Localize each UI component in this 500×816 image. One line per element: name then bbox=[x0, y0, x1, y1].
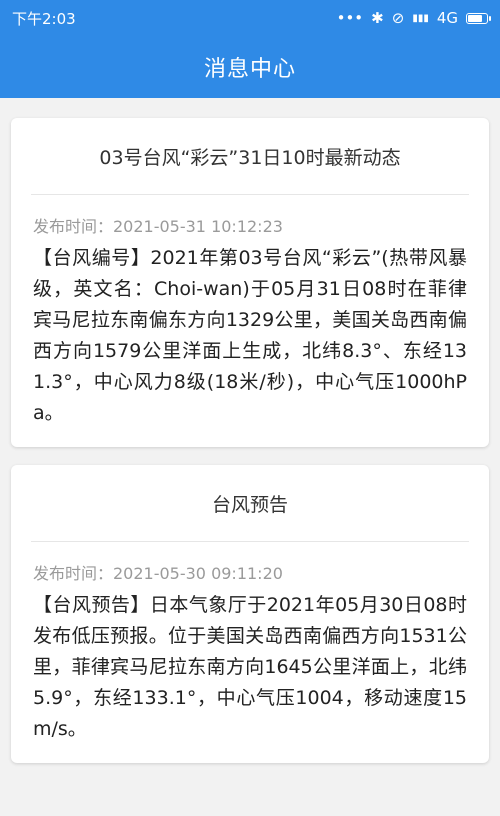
network-type: 4G bbox=[436, 9, 458, 27]
message-time: 发布时间：2021-05-30 09:11:20 bbox=[33, 564, 283, 583]
message-title: 03号台风“彩云”31日10时最新动态 bbox=[99, 146, 401, 169]
status-time: 下午2:03 bbox=[12, 9, 76, 28]
battery-icon bbox=[466, 12, 491, 24]
alarm-icon: ⊘ bbox=[391, 9, 405, 27]
message-time: 发布时间：2021-05-31 10:12:23 bbox=[33, 217, 283, 236]
more-dots-icon: ••• bbox=[336, 9, 364, 27]
message-content: 【台风编号】2021年第03号台风“彩云”(热带风暴级，英文名：Choi-wan… bbox=[33, 247, 467, 424]
message-card[interactable]: 03号台风“彩云”31日10时最新动态 发布时间：2021-05-31 10:1… bbox=[11, 118, 489, 447]
signal-icon: ▮▮▮ bbox=[412, 12, 429, 24]
status-icons: ••• ✱ ⊘ ▮▮▮ 4G bbox=[336, 9, 491, 27]
page-title: 消息中心 bbox=[203, 57, 296, 82]
message-card[interactable]: 台风预告 发布时间：2021-05-30 09:11:20 【台风预告】日本气象… bbox=[11, 465, 489, 763]
status-bar: 下午2:03 ••• ✱ ⊘ ▮▮▮ 4G bbox=[0, 0, 500, 36]
message-body: 发布时间：2021-05-31 10:12:23 【台风编号】2021年第03号… bbox=[11, 195, 489, 447]
message-list: 03号台风“彩云”31日10时最新动态 发布时间：2021-05-31 10:1… bbox=[0, 98, 500, 763]
app-bar: 消息中心 bbox=[0, 36, 500, 98]
message-title: 台风预告 bbox=[211, 493, 288, 516]
message-body: 发布时间：2021-05-30 09:11:20 【台风预告】日本气象厅于202… bbox=[11, 542, 489, 763]
message-content: 【台风预告】日本气象厅于2021年05月30日08时发布低压预报。位于美国关岛西… bbox=[33, 594, 467, 740]
bluetooth-icon: ✱ bbox=[371, 9, 384, 27]
